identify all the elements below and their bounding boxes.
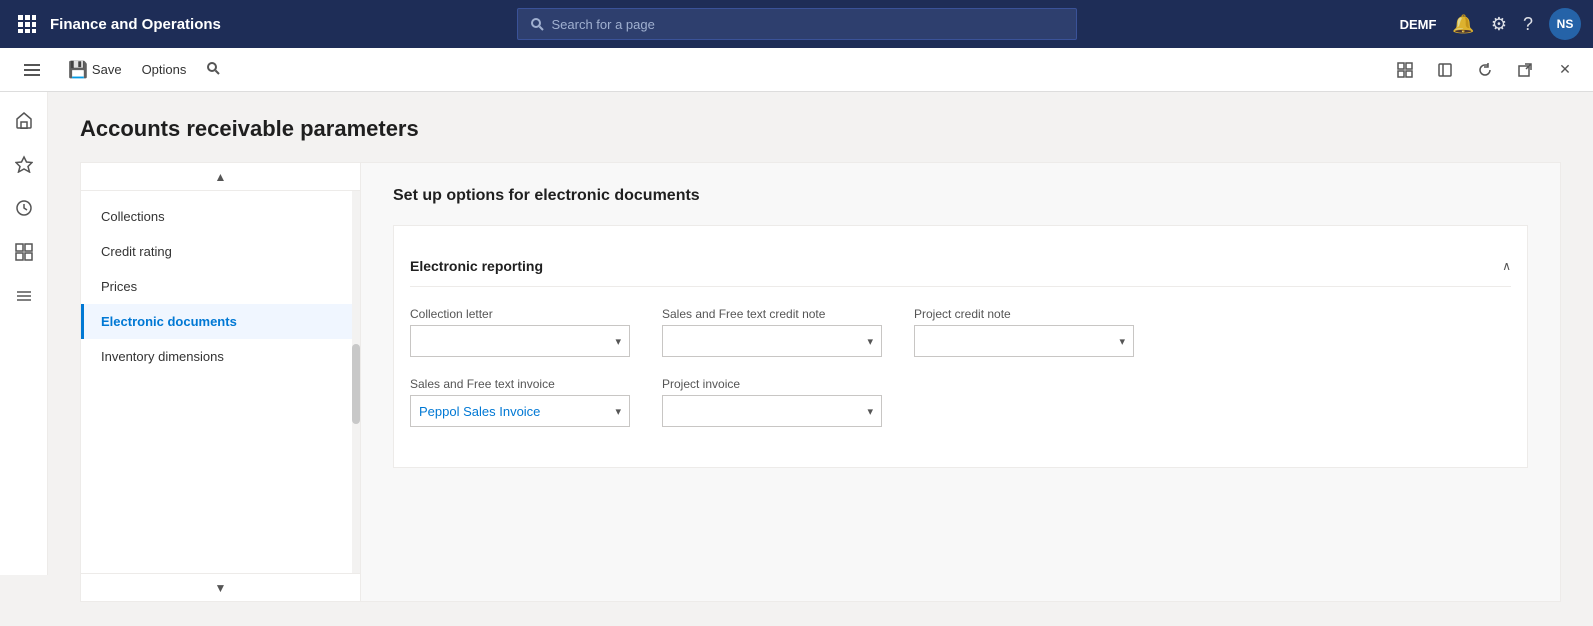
page-title: Accounts receivable parameters (80, 116, 1561, 142)
main-content-area: Accounts receivable parameters ▲ Collect… (48, 92, 1593, 626)
category-item-prices[interactable]: Prices (81, 269, 360, 304)
personalize-icon[interactable] (1389, 54, 1421, 86)
collection-letter-group: Collection letter ▾ (410, 307, 630, 357)
electronic-reporting-title: Electronic reporting (410, 258, 543, 274)
project-invoice-label: Project invoice (662, 377, 882, 391)
settings-icon[interactable]: ⚙ (1491, 14, 1507, 35)
sales-free-credit-note-select[interactable]: ▾ (662, 325, 882, 357)
sales-free-credit-note-chevron: ▾ (867, 335, 873, 348)
collapse-section-icon[interactable]: ∧ (1502, 259, 1511, 273)
search-placeholder: Search for a page (552, 17, 655, 32)
environment-label: DEMF (1400, 17, 1437, 32)
sales-free-invoice-chevron: ▾ (615, 405, 621, 418)
scrollbar-track (352, 191, 360, 573)
collection-letter-label: Collection letter (410, 307, 630, 321)
form-row-2: Sales and Free text invoice Peppol Sales… (410, 377, 1511, 427)
sales-free-credit-note-label: Sales and Free text credit note (662, 307, 882, 321)
workspaces-nav-icon[interactable] (4, 232, 44, 272)
sales-free-credit-note-group: Sales and Free text credit note ▾ (662, 307, 882, 357)
save-icon: 💾 (68, 60, 88, 80)
options-button[interactable]: Options (134, 58, 195, 81)
left-navigation-sidebar (0, 92, 48, 575)
category-item-collections[interactable]: Collections (81, 199, 360, 234)
save-button[interactable]: 💾 Save (60, 56, 130, 84)
notification-icon[interactable]: 🔔 (1452, 14, 1474, 35)
global-search-box[interactable]: Search for a page (517, 8, 1077, 40)
project-invoice-group: Project invoice ▾ (662, 377, 882, 427)
toolbar-search-icon[interactable] (206, 61, 220, 78)
project-credit-note-select[interactable]: ▾ (914, 325, 1134, 357)
scroll-up-arrow[interactable]: ▲ (81, 163, 360, 191)
content-layout: ▲ Collections Credit rating Prices Elect… (80, 162, 1561, 602)
right-content-panel: Set up options for electronic documents … (361, 163, 1560, 601)
home-nav-icon[interactable] (4, 100, 44, 140)
category-item-electronic-documents[interactable]: Electronic documents (81, 304, 360, 339)
user-avatar[interactable]: NS (1549, 8, 1581, 40)
top-navigation-bar: Finance and Operations Search for a page… (0, 0, 1593, 48)
close-icon[interactable]: ✕ (1549, 54, 1581, 86)
refresh-icon[interactable] (1469, 54, 1501, 86)
project-credit-note-label: Project credit note (914, 307, 1134, 321)
section-title: Set up options for electronic documents (393, 187, 1528, 205)
collection-letter-chevron: ▾ (615, 335, 621, 348)
project-invoice-chevron: ▾ (867, 405, 873, 418)
category-item-inventory-dimensions[interactable]: Inventory dimensions (81, 339, 360, 374)
help-icon[interactable]: ? (1523, 14, 1533, 35)
sales-free-invoice-value: Peppol Sales Invoice (419, 404, 540, 419)
electronic-reporting-header: Electronic reporting ∧ (410, 246, 1511, 287)
scrollbar-thumb[interactable] (352, 344, 360, 424)
sales-free-invoice-select[interactable]: Peppol Sales Invoice ▾ (410, 395, 630, 427)
collection-letter-select[interactable]: ▾ (410, 325, 630, 357)
project-credit-note-group: Project credit note ▾ (914, 307, 1134, 357)
project-invoice-select[interactable]: ▾ (662, 395, 882, 427)
category-left-panel: ▲ Collections Credit rating Prices Elect… (81, 163, 361, 601)
electronic-reporting-section: Electronic reporting ∧ Collection letter… (393, 225, 1528, 468)
sales-free-invoice-label: Sales and Free text invoice (410, 377, 630, 391)
favorites-nav-icon[interactable] (4, 144, 44, 184)
app-grid-icon[interactable] (12, 9, 42, 39)
action-toolbar: 💾 Save Options (0, 48, 1593, 92)
popout-icon[interactable] (1509, 54, 1541, 86)
scroll-down-arrow[interactable]: ▼ (81, 573, 360, 601)
nav-toggle-icon[interactable] (12, 50, 52, 90)
recent-nav-icon[interactable] (4, 188, 44, 228)
sales-free-invoice-group: Sales and Free text invoice Peppol Sales… (410, 377, 630, 427)
app-title: Finance and Operations (50, 16, 221, 33)
category-item-credit-rating[interactable]: Credit rating (81, 234, 360, 269)
top-bar-actions: DEMF 🔔 ⚙ ? NS (1400, 8, 1581, 40)
modules-nav-icon[interactable] (4, 276, 44, 316)
save-label: Save (92, 62, 122, 77)
toolbar-right-actions: ✕ (1389, 54, 1581, 86)
open-new-window-icon[interactable] (1429, 54, 1461, 86)
project-credit-note-chevron: ▾ (1119, 335, 1125, 348)
form-row-1: Collection letter ▾ Sales and Free text … (410, 307, 1511, 357)
options-label: Options (142, 62, 187, 77)
category-list: Collections Credit rating Prices Electro… (81, 191, 360, 382)
